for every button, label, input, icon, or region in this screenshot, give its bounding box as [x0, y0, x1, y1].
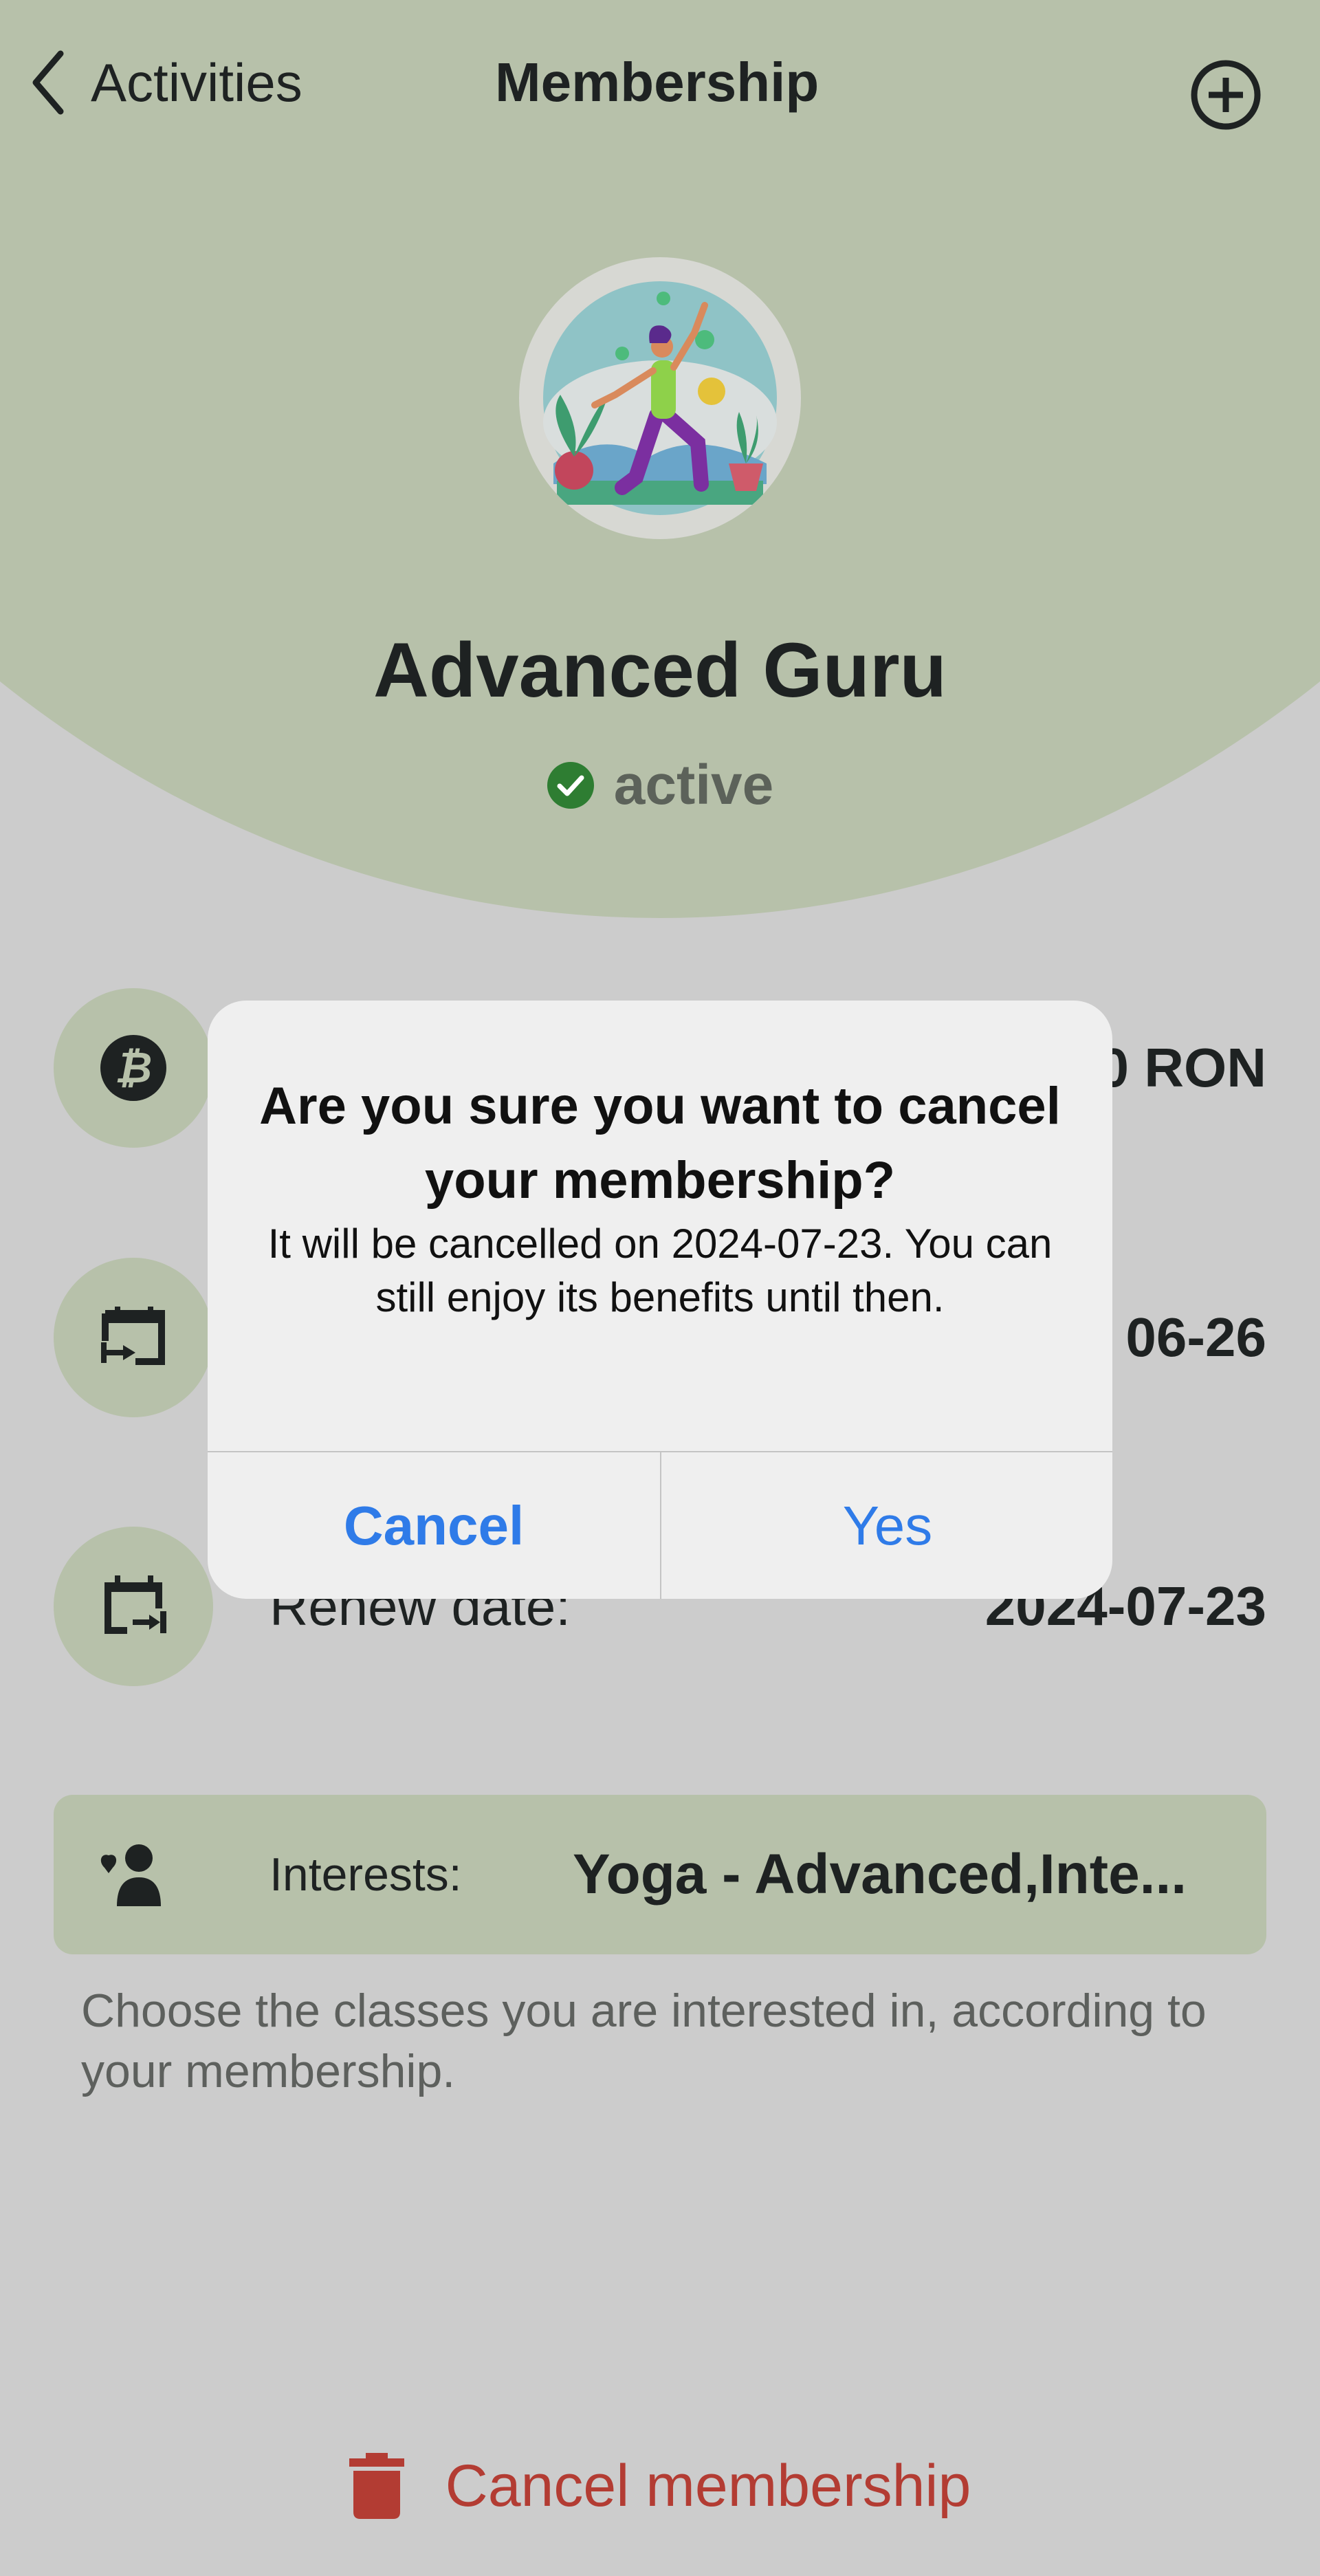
dialog-message: It will be cancelled on 2024-07-23. You …: [267, 1221, 1053, 1320]
check-circle-icon: [547, 762, 594, 809]
membership-avatar: [519, 257, 801, 539]
detail-value: 06-26: [1125, 1307, 1266, 1368]
chevron-left-icon: [32, 50, 64, 115]
membership-name: Advanced Guru: [373, 627, 947, 713]
detail-icon-circle: [54, 1527, 213, 1686]
dialog-title: Are you sure you want to cancel your mem…: [259, 1077, 1061, 1210]
interests-value: Yoga - Advanced,Inte...: [573, 1843, 1187, 1906]
status-badge: active: [0, 753, 1320, 818]
person-heart-icon: [100, 1844, 161, 1906]
interests-hint: Choose the classes you are interested in…: [81, 1985, 1207, 2097]
page-title: Membership: [495, 52, 820, 113]
yoga-illustration-icon: [543, 281, 777, 515]
trash-icon: [349, 2453, 404, 2519]
back-button[interactable]: Activities: [28, 48, 302, 117]
dialog-yes-button[interactable]: Yes: [661, 1452, 1112, 1599]
back-label: Activities: [91, 52, 302, 113]
navigation-bar: Activities Membership: [0, 0, 1320, 165]
cancel-membership-label: Cancel membership: [445, 2452, 971, 2519]
interests-label: Interests:: [270, 1848, 462, 1901]
confirm-cancel-dialog: Are you sure you want to cancel your mem…: [208, 1001, 1112, 1599]
svg-text:₿: ₿: [115, 1043, 152, 1093]
plus-circle-icon: [1191, 60, 1261, 130]
calendar-start-icon: [101, 1307, 165, 1365]
cancel-membership-button[interactable]: Cancel membership: [0, 2448, 1320, 2524]
dialog-cancel-button[interactable]: Cancel: [208, 1452, 660, 1599]
detail-icon-circle: [54, 1258, 213, 1417]
bitcoin-icon: ₿: [100, 1035, 166, 1101]
add-button[interactable]: [1189, 58, 1262, 131]
interests-selector[interactable]: Interests: Yoga - Advanced,Inte...: [54, 1795, 1266, 1954]
calendar-end-icon: [104, 1575, 166, 1634]
detail-value: 0 RON: [1098, 1037, 1267, 1098]
detail-icon-circle: ₿: [54, 988, 213, 1148]
status-label: active: [613, 754, 774, 816]
